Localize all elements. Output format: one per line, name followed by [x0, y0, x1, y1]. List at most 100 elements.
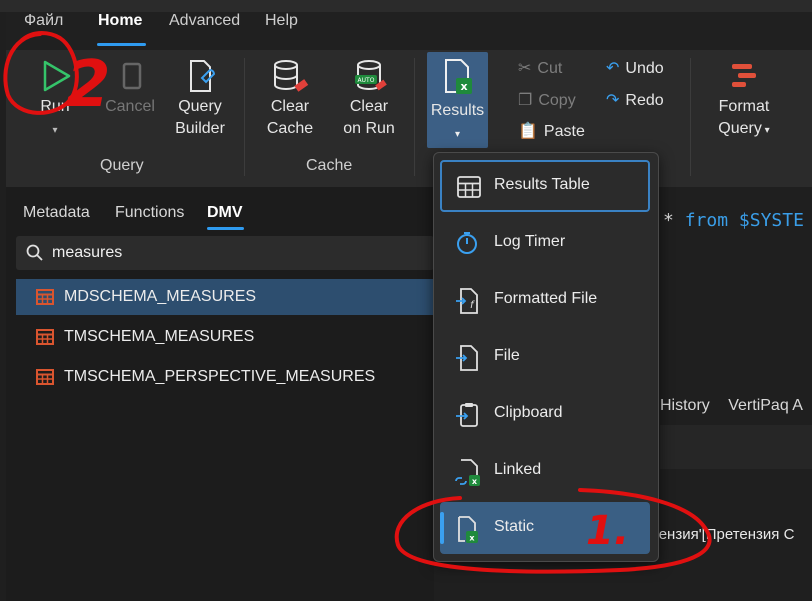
query-group-label: Query	[100, 157, 144, 174]
chevron-down-icon: ▾	[454, 129, 461, 140]
copy-label: Copy	[538, 92, 576, 109]
tab-advanced[interactable]: Advanced	[169, 12, 240, 30]
chevron-down-icon: ▾	[761, 125, 770, 136]
svg-text:AUTO: AUTO	[358, 77, 375, 84]
clear-cache-label-2: Cache	[266, 120, 314, 137]
ribbon-separator	[690, 58, 691, 176]
format-query-label-2: Query	[718, 120, 762, 137]
results-dropdown-menu: Results Table Log Timer f Formatted File…	[433, 152, 659, 562]
undo-button[interactable]: ↶ Undo	[606, 58, 664, 78]
list-item[interactable]: TMSCHEMA_PERSPECTIVE_MEASURES	[16, 359, 434, 395]
file-export-icon	[456, 345, 478, 371]
query-builder-label-2: Builder	[175, 120, 225, 137]
cancel-label: Cancel	[105, 98, 155, 115]
paste-button[interactable]: 📋 Paste	[518, 121, 585, 141]
list-item-label: TMSCHEMA_MEASURES	[64, 328, 255, 345]
menu-item-linked[interactable]: x Linked	[440, 445, 650, 497]
tab-help[interactable]: Help	[265, 12, 298, 30]
menu-item-static[interactable]: x Static	[440, 502, 650, 554]
list-item-label: MDSCHEMA_MEASURES	[64, 288, 257, 305]
menu-item-results-table[interactable]: Results Table	[440, 160, 650, 212]
svg-text:x: x	[460, 80, 467, 93]
table-icon	[36, 289, 54, 305]
selected-indicator	[440, 512, 444, 544]
excel-file-icon: x	[444, 59, 472, 94]
tab-dmv[interactable]: DMV	[207, 204, 243, 222]
active-tab-indicator	[97, 43, 146, 46]
chevron-down-icon: ▾	[52, 125, 58, 136]
copy-icon: ❐	[518, 92, 533, 109]
cut-label: Cut	[537, 60, 563, 77]
tab-history[interactable]: History	[660, 397, 710, 414]
clipboard-export-icon	[456, 403, 478, 427]
svg-text:f: f	[470, 300, 475, 311]
results-label: Results	[430, 102, 485, 119]
clear-on-run-button[interactable]: AUTO Clear on Run	[338, 58, 400, 140]
paste-label: Paste	[543, 123, 585, 140]
redo-icon: ↷	[606, 92, 620, 109]
list-item[interactable]: MDSCHEMA_MEASURES	[16, 279, 434, 315]
query-editor-text[interactable]: * from $SYSTE	[663, 210, 804, 231]
grid-table-icon	[457, 176, 481, 198]
svg-text:x: x	[469, 534, 475, 543]
timer-icon	[457, 232, 477, 254]
results-button-content: x Results ▾	[427, 58, 488, 146]
tab-metadata[interactable]: Metadata	[23, 204, 90, 222]
run-label: Run	[40, 98, 70, 115]
list-item-label: TMSCHEMA_PERSPECTIVE_MEASURES	[64, 368, 376, 385]
menu-item-label: Results Table	[494, 176, 590, 193]
clear-on-run-label-1: Clear	[349, 98, 389, 115]
tab-functions[interactable]: Functions	[115, 204, 184, 222]
active-tab-indicator	[207, 227, 244, 230]
format-icon	[732, 64, 756, 87]
format-query-label-1: Format	[718, 98, 770, 115]
cancel-button[interactable]: Cancel	[100, 58, 160, 118]
output-toolbar	[660, 425, 812, 469]
clipboard-icon: 📋	[518, 123, 538, 140]
play-icon	[43, 60, 71, 92]
search-value: measures	[52, 244, 123, 261]
cache-group-label: Cache	[306, 157, 353, 174]
svg-text:x: x	[472, 477, 478, 486]
table-icon	[36, 369, 54, 385]
menu-item-label: Formatted File	[494, 290, 598, 307]
clear-cache-button[interactable]: Clear Cache	[262, 58, 318, 140]
wrench-document-icon	[190, 60, 216, 92]
menu-item-label: File	[494, 347, 520, 364]
linked-excel-icon: x	[455, 459, 480, 486]
scissors-icon: ✂	[518, 60, 532, 77]
formatted-file-icon: f	[456, 288, 478, 314]
redo-button[interactable]: ↷ Redo	[606, 90, 664, 110]
ribbon-separator	[414, 58, 415, 176]
format-query-button[interactable]: Format Query ▾	[710, 58, 778, 142]
cut-button[interactable]: ✂ Cut	[518, 58, 562, 78]
tab-vertipaq[interactable]: VertiPaq A	[728, 397, 803, 414]
menu-item-file[interactable]: File	[440, 331, 650, 383]
clear-cache-label-1: Clear	[270, 98, 310, 115]
clear-on-run-label-2: on Run	[343, 120, 395, 137]
code-star: *	[663, 210, 674, 231]
run-button[interactable]: Run ▾	[28, 58, 82, 142]
undo-label: Undo	[625, 60, 664, 77]
menu-item-log-timer[interactable]: Log Timer	[440, 217, 650, 269]
code-system-ref: $SYSTE	[738, 210, 804, 231]
menu-item-label: Clipboard	[494, 404, 563, 421]
query-builder-button[interactable]: Query Builder	[170, 58, 230, 140]
database-eraser-icon	[274, 60, 309, 92]
list-item[interactable]: TMSCHEMA_MEASURES	[16, 319, 434, 355]
copy-button[interactable]: ❐ Copy	[518, 90, 576, 110]
title-bar	[0, 0, 812, 12]
menu-item-label: Static	[494, 518, 535, 535]
ribbon-separator	[244, 58, 245, 176]
menu-item-label: Linked	[494, 461, 542, 478]
stop-icon	[122, 62, 142, 90]
menu-item-formatted-file[interactable]: f Formatted File	[440, 274, 650, 326]
redo-label: Redo	[625, 92, 664, 109]
menu-item-clipboard[interactable]: Clipboard	[440, 388, 650, 440]
query-builder-label-1: Query	[178, 98, 222, 115]
tab-home[interactable]: Home	[98, 12, 142, 30]
search-icon	[26, 244, 43, 261]
static-excel-icon: x	[458, 516, 478, 543]
tab-file[interactable]: Файл	[24, 12, 63, 30]
result-text: тензия'[Претензия С	[652, 526, 795, 543]
